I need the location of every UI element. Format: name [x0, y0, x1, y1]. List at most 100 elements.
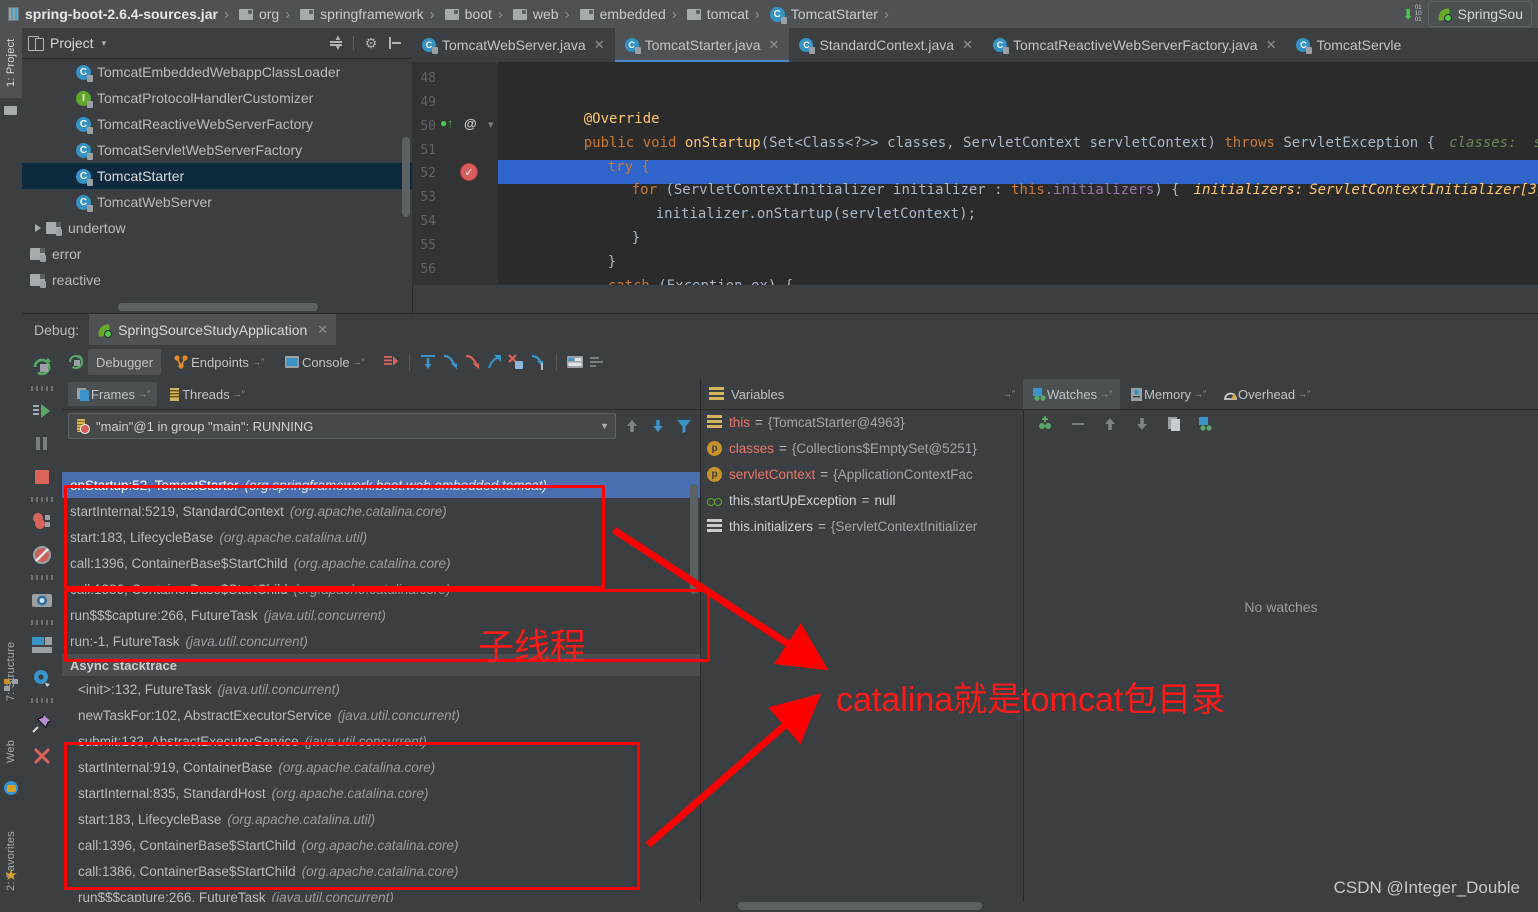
frame-row[interactable]: newTaskFor:102, AbstractExecutorService …: [62, 702, 700, 728]
tab-memory[interactable]: Memory →”: [1120, 379, 1214, 409]
implementing-method-icon[interactable]: ●↑: [440, 116, 453, 130]
project-tree[interactable]: C TomcatEmbeddedWebappClassLoader I Tomc…: [22, 59, 412, 313]
frame-row[interactable]: call:1396, ContainerBase$StartChild (org…: [62, 832, 700, 858]
tab-tomcatservlet[interactable]: C TomcatServle: [1286, 28, 1411, 62]
tree-item-class[interactable]: C TomcatWebServer: [22, 189, 412, 215]
pause-program-icon[interactable]: [29, 431, 55, 457]
tab-tomcatreactivewebserverfactory[interactable]: C TomcatReactiveWebServerFactory.java ✕: [983, 28, 1286, 62]
sidebar-item-project[interactable]: 1: Project: [0, 28, 22, 98]
variable-row[interactable]: p classes = {Collections$EmptySet@5251}: [701, 435, 1023, 461]
close-icon[interactable]: ✕: [1266, 37, 1277, 53]
hide-panel-icon[interactable]: [388, 36, 402, 50]
stop-program-icon[interactable]: [29, 464, 55, 490]
resume-program-icon[interactable]: [29, 398, 55, 424]
variable-row[interactable]: this.initializers = {ServletContextIniti…: [701, 513, 1023, 539]
gear-icon[interactable]: [29, 665, 55, 691]
detach-arrow-icon[interactable]: →”: [1298, 389, 1310, 399]
watch-settings-icon[interactable]: [1196, 414, 1216, 434]
breadcrumb-item-springframework[interactable]: springframework: [292, 0, 427, 28]
sidebar-item-web[interactable]: Web: [0, 728, 22, 774]
step-into-icon[interactable]: [440, 352, 460, 372]
detach-arrow-icon[interactable]: →”: [233, 389, 245, 399]
breadcrumb-item-jar[interactable]: spring-boot-2.6.4-sources.jar: [0, 0, 222, 28]
tab-tomcatwebserver[interactable]: C TomcatWebServer.java ✕: [412, 28, 615, 62]
evaluate-expression-icon[interactable]: [565, 352, 585, 372]
tree-item-class[interactable]: C TomcatEmbeddedWebappClassLoader: [22, 59, 412, 85]
frame-row[interactable]: start:183, LifecycleBase (org.apache.cat…: [62, 806, 700, 832]
move-watch-up-icon[interactable]: [1100, 414, 1120, 434]
collapse-all-icon[interactable]: ▲ ▼: [329, 34, 343, 52]
frame-row-selected[interactable]: onStartup:52, TomcatStarter (org.springf…: [62, 472, 700, 498]
add-watch-icon[interactable]: [1036, 414, 1056, 434]
variables-horizontal-scrollbar[interactable]: [738, 902, 982, 910]
tree-item-class[interactable]: C TomcatServletWebServerFactory: [22, 137, 412, 163]
sidebar-item-structure[interactable]: 7: Structure: [0, 628, 22, 714]
close-icon[interactable]: ✕: [962, 37, 973, 53]
frame-row[interactable]: run$$$capture:266, FutureTask (java.util…: [62, 602, 700, 628]
move-down-icon[interactable]: [648, 416, 668, 436]
copy-watch-icon[interactable]: [1164, 414, 1184, 434]
frame-row[interactable]: call:1386, ContainerBase$StartChild (org…: [62, 576, 700, 602]
breadcrumb-item-org[interactable]: org: [231, 0, 283, 28]
project-tree-scrollbar[interactable]: [402, 137, 410, 217]
frame-row[interactable]: call:1386, ContainerBase$StartChild (org…: [62, 858, 700, 884]
run-configuration-selector[interactable]: SpringSou: [1427, 1, 1532, 27]
tree-item-reactive[interactable]: reactive: [22, 267, 412, 293]
show-bytecode-icon[interactable]: ⬇ 01 10 01: [1402, 5, 1421, 23]
close-debug-icon[interactable]: [29, 743, 55, 769]
frame-row[interactable]: run:-1, FutureTask (java.util.concurrent…: [62, 628, 700, 654]
gear-icon[interactable]: ⚙: [364, 36, 378, 50]
detach-arrow-icon[interactable]: →”: [252, 357, 264, 367]
breadcrumb-item-class[interactable]: C TomcatStarter: [762, 0, 882, 28]
tree-item-interface[interactable]: I TomcatProtocolHandlerCustomizer: [22, 85, 412, 111]
variable-row[interactable]: this = {TomcatStarter@4963}: [701, 409, 1023, 435]
move-watch-down-icon[interactable]: [1132, 414, 1152, 434]
layout-settings-icon[interactable]: [29, 632, 55, 658]
fold-region-icon[interactable]: ▾: [488, 118, 494, 131]
step-over-icon[interactable]: [418, 352, 438, 372]
breadcrumb-item-embedded[interactable]: embedded: [572, 0, 670, 28]
tab-threads[interactable]: Threads →”: [159, 382, 252, 406]
variable-row[interactable]: p servletContext = {ApplicationContextFa…: [701, 461, 1023, 487]
override-annotation-icon[interactable]: @: [464, 116, 477, 131]
drop-frame-icon[interactable]: [506, 352, 526, 372]
tab-debugger[interactable]: Debugger: [88, 349, 162, 375]
variable-row[interactable]: this.startUpException = null: [701, 487, 1023, 513]
tree-item-tomcat-starter[interactable]: C TomcatStarter: [22, 163, 412, 189]
frame-row[interactable]: startInternal:835, StandardHost (org.apa…: [62, 780, 700, 806]
expand-triangle-icon[interactable]: [30, 224, 46, 232]
call-stack-list[interactable]: onStartup:52, TomcatStarter (org.springf…: [62, 472, 700, 912]
thread-selector[interactable]: "main"@1 in group "main": RUNNING ▼: [68, 413, 616, 439]
close-icon[interactable]: ✕: [317, 322, 328, 338]
close-icon[interactable]: ✕: [594, 37, 605, 53]
breadcrumb-item-tomcat[interactable]: tomcat: [679, 0, 753, 28]
remove-watch-icon[interactable]: [1068, 414, 1088, 434]
chevron-down-icon[interactable]: ▾: [102, 38, 107, 49]
sidebar-item-favorites[interactable]: 2: Favorites: [0, 818, 22, 904]
pin-tab-icon[interactable]: [29, 710, 55, 736]
tree-item-undertow[interactable]: undertow: [22, 215, 412, 241]
breakpoint-icon[interactable]: ✓: [460, 163, 478, 181]
chevron-down-icon[interactable]: ▼: [600, 421, 609, 431]
force-step-into-icon[interactable]: [462, 352, 482, 372]
frame-row[interactable]: start:183, LifecycleBase (org.apache.cat…: [62, 524, 700, 550]
step-out-icon[interactable]: [484, 352, 504, 372]
tab-watches[interactable]: Watches →”: [1023, 379, 1121, 409]
detach-arrow-icon[interactable]: →”: [353, 357, 365, 367]
tree-item-error[interactable]: error: [22, 241, 412, 267]
detach-arrow-icon[interactable]: →”: [1100, 389, 1112, 399]
detach-arrow-icon[interactable]: →”: [1194, 389, 1206, 399]
tab-console[interactable]: Console →”: [274, 349, 373, 375]
tab-endpoints[interactable]: Endpoints →”: [163, 349, 272, 375]
breadcrumb-item-boot[interactable]: boot: [437, 0, 496, 28]
frame-row[interactable]: startInternal:919, ContainerBase (org.ap…: [62, 754, 700, 780]
restart-debug-icon[interactable]: [66, 352, 86, 372]
tab-variables[interactable]: Variables →”: [701, 379, 1023, 409]
settings-list-icon[interactable]: [587, 352, 607, 372]
frame-row[interactable]: startInternal:5219, StandardContext (org…: [62, 498, 700, 524]
code-editor[interactable]: 48 49 50 51 52 53 54 55 56 ●↑ @ ▾ ✓ @Ove…: [412, 62, 1538, 285]
filter-icon[interactable]: [674, 416, 694, 436]
frame-row[interactable]: submit:133, AbstractExecutorService (jav…: [62, 728, 700, 754]
show-execution-point-icon[interactable]: [381, 352, 401, 372]
editor-gutter[interactable]: 48 49 50 51 52 53 54 55 56 ●↑ @ ▾ ✓: [412, 62, 498, 285]
